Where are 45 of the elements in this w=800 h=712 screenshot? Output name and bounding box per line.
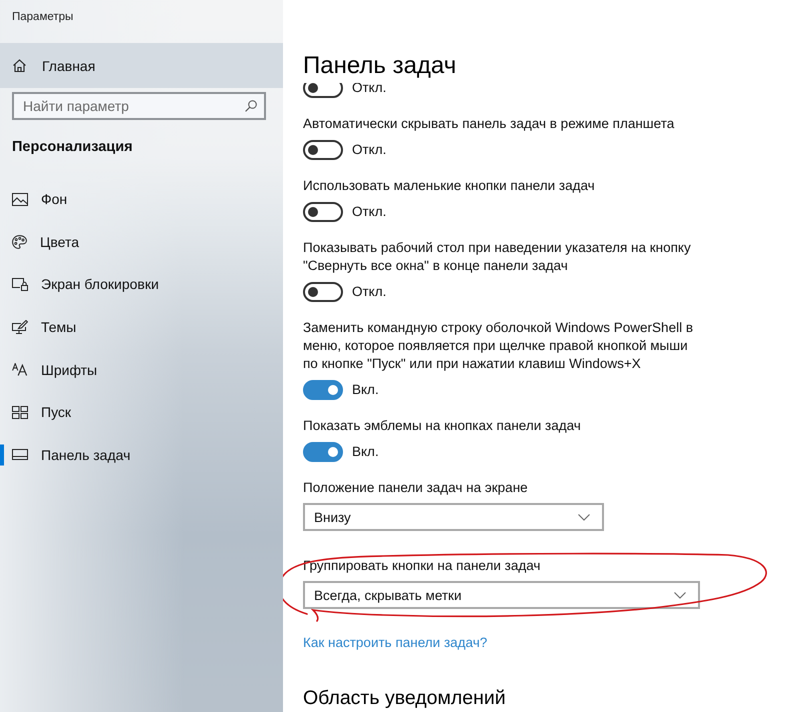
- sidebar-item[interactable]: Пуск: [0, 390, 283, 434]
- setting-label: Автоматически скрывать панель задач в режиме планшета: [303, 115, 674, 133]
- setting-label: Показывать рабочий стол при наведении указателя на кнопку "Свернуть все окна" в конце панели задач: [303, 239, 691, 275]
- section-heading: Персонализация: [12, 138, 133, 157]
- setting-label: Использовать маленькие кнопки панели задач: [303, 177, 595, 195]
- sidebar-item[interactable]: Цвета: [0, 220, 283, 263]
- tiles-icon: [12, 406, 28, 419]
- setting-label: Показать эмблемы на кнопках панели задач: [303, 417, 581, 435]
- toggle-switch[interactable]: [303, 442, 343, 462]
- toggle-state-label: Вкл.: [352, 381, 379, 399]
- lock-screen-icon: [12, 278, 28, 291]
- home-link[interactable]: Главная: [0, 43, 283, 88]
- sidebar-item[interactable]: Экран блокировки: [0, 263, 283, 306]
- toggle-switch[interactable]: [303, 282, 343, 302]
- section-heading: Область уведомлений: [303, 686, 506, 711]
- toggle-switch[interactable]: [303, 83, 343, 98]
- setting-label: Положение панели задач на экране: [303, 479, 528, 497]
- chevron-down-icon: [674, 592, 686, 598]
- toggle-state-label: Откл.: [352, 283, 386, 301]
- taskbar-icon: [12, 449, 28, 460]
- page-title: Панель задач: [303, 51, 456, 81]
- font-icon: [12, 363, 28, 376]
- setting-label: Заменить командную строку оболочкой Windows PowerShell в меню, которое появляется при щелчке правой кнопкой мыши по кнопке "Пуск" или при нажатии клавиш Windows+X: [303, 319, 693, 373]
- sidebar-item[interactable]: Фон: [0, 178, 283, 220]
- sidebar-item[interactable]: Панель задач: [0, 434, 283, 476]
- picture-icon: [12, 192, 28, 206]
- dropdown[interactable]: Всегда, скрывать метки: [303, 581, 700, 609]
- toggle-switch[interactable]: [303, 380, 343, 400]
- dropdown[interactable]: Внизу: [303, 503, 604, 531]
- setting-label: Группировать кнопки на панели задач: [303, 557, 540, 575]
- toggle-switch[interactable]: [303, 140, 343, 160]
- toggle-state-label: Вкл.: [352, 443, 379, 461]
- toggle-state-label: Откл.: [352, 203, 386, 221]
- search-field[interactable]: Найти параметр: [12, 92, 266, 120]
- toggle-switch[interactable]: [303, 202, 343, 222]
- search-icon: [245, 100, 257, 112]
- palette-icon: [12, 234, 27, 249]
- help-link[interactable]: Как настроить панели задач?: [303, 634, 488, 652]
- home-icon: [13, 59, 26, 72]
- window-title: Параметры: [12, 10, 74, 25]
- chevron-down-icon: [578, 514, 590, 520]
- toggle-state-label: Откл.: [352, 141, 386, 159]
- sidebar-item[interactable]: Шрифты: [0, 348, 283, 391]
- sidebar-item[interactable]: Темы: [0, 306, 283, 348]
- monitor-brush-icon: [12, 320, 28, 334]
